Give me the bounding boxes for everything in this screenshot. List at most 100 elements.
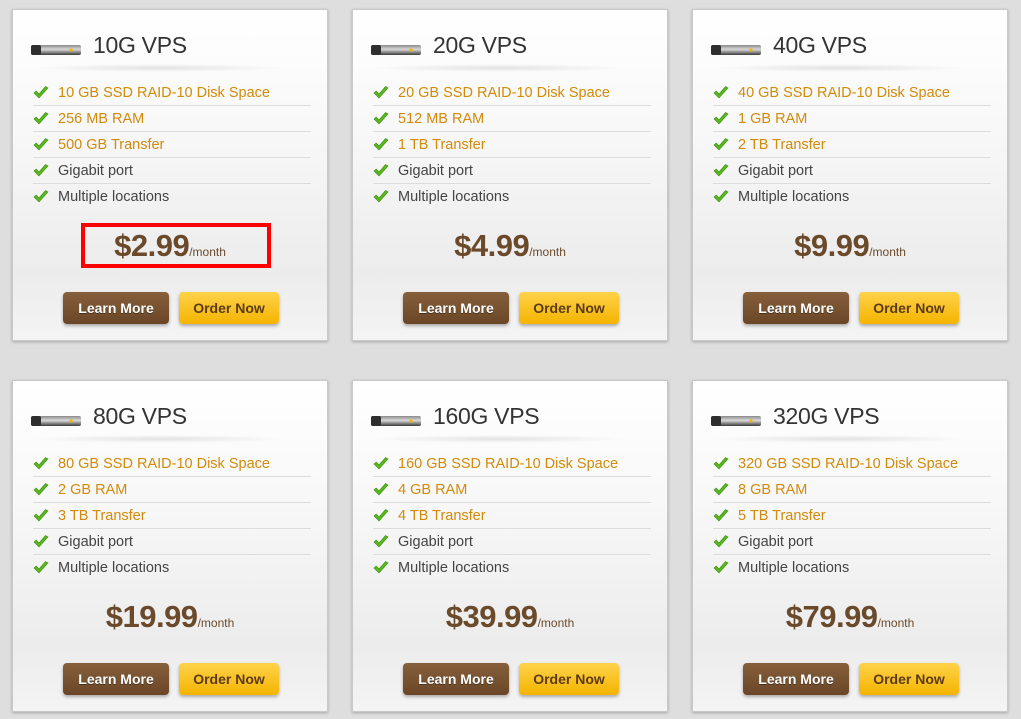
price-period: /month (197, 616, 235, 630)
feature-item: 20 GB SSD RAID-10 Disk Space (373, 80, 651, 106)
server-icon (31, 416, 81, 426)
feature-text: 512 MB RAM (398, 111, 485, 127)
order-now-button[interactable]: Order Now (859, 663, 959, 695)
selection-highlight-box (81, 223, 271, 268)
feature-text: 4 GB RAM (398, 482, 468, 498)
check-icon (33, 138, 49, 151)
order-now-button[interactable]: Order Now (519, 292, 619, 324)
server-icon (711, 45, 761, 55)
plan-title: 320G VPS (773, 403, 880, 429)
server-icon (711, 416, 761, 426)
check-icon (373, 457, 389, 470)
price-amount: $9.99 (794, 228, 870, 263)
feature-text: 40 GB SSD RAID-10 Disk Space (738, 85, 950, 101)
feature-text: 80 GB SSD RAID-10 Disk Space (58, 456, 270, 472)
feature-text: 160 GB SSD RAID-10 Disk Space (398, 456, 619, 472)
check-icon (713, 509, 729, 522)
price-amount: $4.99 (454, 228, 530, 263)
learn-more-button[interactable]: Learn More (403, 292, 509, 324)
feature-item: Multiple locations (373, 555, 651, 580)
order-now-button[interactable]: Order Now (519, 663, 619, 695)
feature-item: 10 GB SSD RAID-10 Disk Space (33, 80, 311, 106)
check-icon (373, 86, 389, 99)
price-amount: $19.99 (105, 599, 198, 634)
check-icon (373, 483, 389, 496)
feature-text: Gigabit port (398, 534, 473, 550)
feature-item: 256 MB RAM (33, 106, 311, 132)
plan-header: 320G VPS (711, 395, 967, 443)
feature-item: Multiple locations (713, 555, 991, 580)
feature-list: 20 GB SSD RAID-10 Disk Space 512 MB RAM … (373, 80, 651, 209)
price: $39.99/month (353, 599, 667, 635)
feature-item: 1 GB RAM (713, 106, 991, 132)
feature-item: Multiple locations (373, 184, 651, 209)
feature-text: Gigabit port (738, 534, 813, 550)
check-icon (713, 483, 729, 496)
check-icon (713, 112, 729, 125)
check-icon (373, 164, 389, 177)
feature-item: 160 GB SSD RAID-10 Disk Space (373, 451, 651, 477)
order-now-button[interactable]: Order Now (179, 292, 279, 324)
feature-item: Gigabit port (713, 529, 991, 555)
check-icon (373, 112, 389, 125)
plan-header: 80G VPS (31, 395, 287, 443)
feature-text: 5 TB Transfer (738, 508, 826, 524)
learn-more-button[interactable]: Learn More (403, 663, 509, 695)
feature-item: 1 TB Transfer (373, 132, 651, 158)
order-now-button[interactable]: Order Now (179, 663, 279, 695)
learn-more-button[interactable]: Learn More (743, 292, 849, 324)
learn-more-button[interactable]: Learn More (63, 663, 169, 695)
feature-list: 160 GB SSD RAID-10 Disk Space 4 GB RAM 4… (373, 451, 651, 580)
check-icon (373, 561, 389, 574)
price: $19.99/month (13, 599, 327, 635)
feature-text: Multiple locations (398, 189, 510, 205)
feature-text: 20 GB SSD RAID-10 Disk Space (398, 85, 610, 101)
feature-list: 80 GB SSD RAID-10 Disk Space 2 GB RAM 3 … (33, 451, 311, 580)
plan-title: 80G VPS (93, 403, 187, 429)
plan-card-2: 20G VPS 20 GB SSD RAID-10 Disk Space 512… (352, 9, 668, 341)
feature-item: 4 GB RAM (373, 477, 651, 503)
price: $4.99/month (353, 228, 667, 264)
feature-text: Multiple locations (738, 189, 850, 205)
plan-card-5: 160G VPS 160 GB SSD RAID-10 Disk Space 4… (352, 380, 668, 712)
check-icon (33, 112, 49, 125)
learn-more-button[interactable]: Learn More (743, 663, 849, 695)
price-period: /month (877, 616, 915, 630)
server-icon (371, 416, 421, 426)
check-icon (33, 535, 49, 548)
feature-text: 1 GB RAM (738, 111, 808, 127)
plan-header: 40G VPS (711, 24, 967, 72)
feature-item: Multiple locations (713, 184, 991, 209)
feature-item: 4 TB Transfer (373, 503, 651, 529)
price-period: /month (529, 245, 566, 259)
check-icon (373, 535, 389, 548)
feature-text: 10 GB SSD RAID-10 Disk Space (58, 85, 270, 101)
feature-item: Gigabit port (33, 158, 311, 184)
feature-text: 4 TB Transfer (398, 508, 486, 524)
learn-more-button[interactable]: Learn More (63, 292, 169, 324)
feature-text: 8 GB RAM (738, 482, 808, 498)
feature-item: 512 MB RAM (373, 106, 651, 132)
plan-card-4: 80G VPS 80 GB SSD RAID-10 Disk Space 2 G… (12, 380, 328, 712)
price: $79.99/month (693, 599, 1007, 635)
price-amount: $39.99 (445, 599, 538, 634)
feature-item: Multiple locations (33, 184, 311, 209)
feature-text: 3 TB Transfer (58, 508, 146, 524)
plan-card-6: 320G VPS 320 GB SSD RAID-10 Disk Space 8… (692, 380, 1008, 712)
check-icon (373, 138, 389, 151)
order-now-button[interactable]: Order Now (859, 292, 959, 324)
check-icon (713, 190, 729, 203)
price-period: /month (869, 245, 906, 259)
check-icon (373, 190, 389, 203)
feature-text: 2 TB Transfer (738, 137, 826, 153)
feature-text: 1 TB Transfer (398, 137, 486, 153)
feature-text: Multiple locations (58, 560, 170, 576)
feature-item: Gigabit port (373, 529, 651, 555)
check-icon (33, 509, 49, 522)
price: $9.99/month (693, 228, 1007, 264)
check-icon (33, 190, 49, 203)
feature-item: 500 GB Transfer (33, 132, 311, 158)
feature-item: 80 GB SSD RAID-10 Disk Space (33, 451, 311, 477)
check-icon (713, 535, 729, 548)
feature-item: 2 TB Transfer (713, 132, 991, 158)
